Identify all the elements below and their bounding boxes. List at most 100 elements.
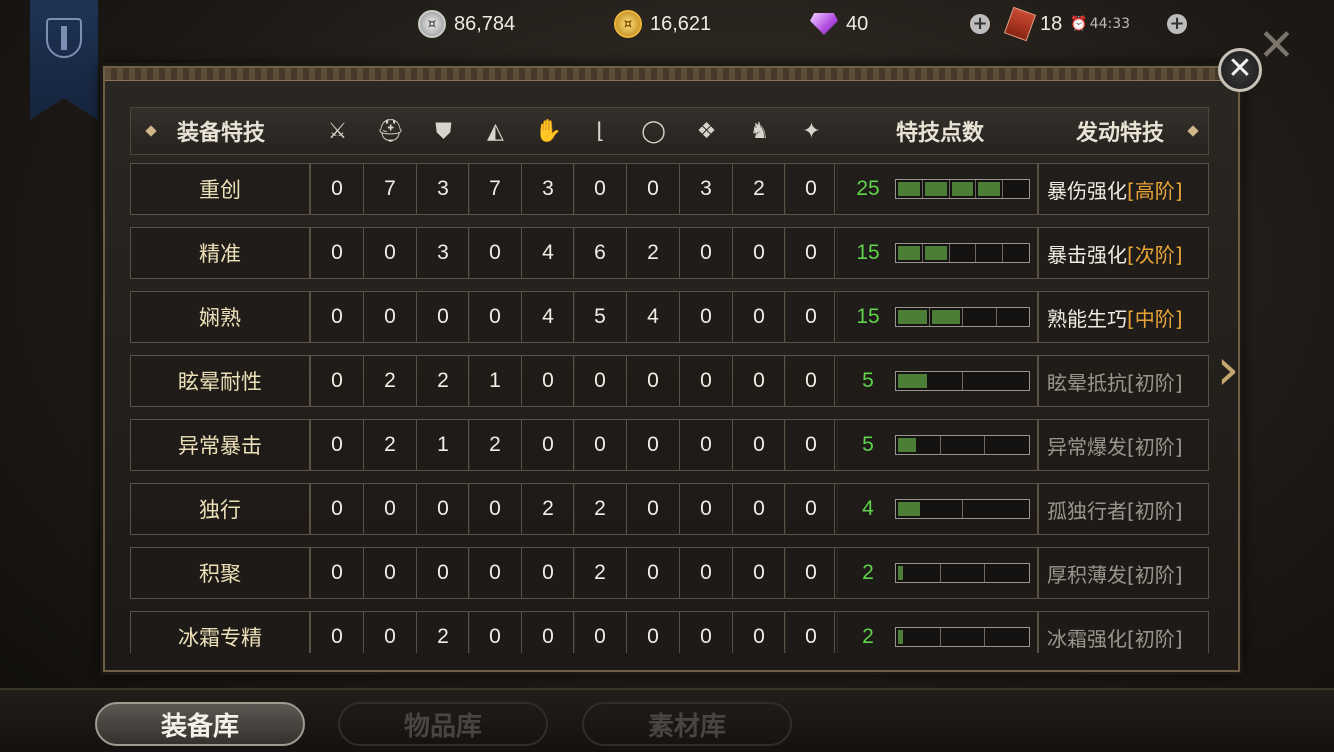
progress-fill <box>898 246 920 260</box>
slot-value: 0 <box>679 291 733 343</box>
active-skill-name: 暴击强化 <box>1047 242 1127 267</box>
tab-item-storage[interactable]: 物品库 <box>338 702 548 746</box>
skill-points-value: 25 <box>856 177 880 200</box>
slot-value: 0 <box>573 419 627 471</box>
add-stamina-button[interactable]: + <box>1167 14 1187 34</box>
progress-segment <box>930 308 963 326</box>
slot-value: 0 <box>468 547 522 599</box>
skill-name: 眩晕耐性 <box>130 355 310 407</box>
slot-value: 0 <box>784 547 838 599</box>
background-close-icon: ✕ <box>1258 20 1295 71</box>
slot-value: 0 <box>416 291 470 343</box>
header-skill-name: 装备特技 <box>176 120 265 146</box>
next-page-chevron-icon[interactable]: › <box>1208 340 1248 404</box>
progress-segment <box>941 436 986 454</box>
slot-value: 0 <box>573 611 627 653</box>
slot-value: 2 <box>626 227 680 279</box>
slot-value: 0 <box>784 291 838 343</box>
gauntlet-icon: ✋ <box>534 118 563 144</box>
active-skill-cell[interactable]: 异常爆发 [初阶] <box>1038 419 1209 471</box>
table-row[interactable]: 精准 0 0 3 0 4 6 2 0 0 0 15 暴击强化 [次阶] <box>130 227 1209 279</box>
slot-value: 0 <box>310 547 364 599</box>
progress-segment <box>1003 244 1029 262</box>
progress-fill <box>924 246 947 260</box>
progress-fill <box>898 502 921 516</box>
boots-icon: ⌊ <box>596 118 605 144</box>
slot-value: 3 <box>521 163 575 215</box>
active-skill-tier: [次阶] <box>1127 242 1183 267</box>
table-row[interactable]: 异常暴击 0 2 1 2 0 0 0 0 0 0 5 异常爆发 [初阶] <box>130 419 1209 471</box>
skill-name: 独行 <box>130 483 310 535</box>
slot-value: 0 <box>521 611 575 653</box>
bottom-tab-bar: 装备库 物品库 素材库 <box>0 688 1334 752</box>
slot-value: 0 <box>363 227 417 279</box>
slot-value: 0 <box>679 547 733 599</box>
accessory-icon: ✦ <box>802 118 821 144</box>
slot-value: 0 <box>732 291 786 343</box>
progress-fill <box>978 182 1001 196</box>
add-gems-button[interactable]: + <box>970 14 990 34</box>
slot-value: 1 <box>416 419 470 471</box>
progress-fill <box>951 182 974 196</box>
slot-value: 6 <box>573 227 627 279</box>
active-skill-cell[interactable]: 冰霜强化 [初阶] <box>1038 611 1209 653</box>
progress-segment <box>896 628 941 646</box>
close-button[interactable]: ✕ <box>1218 48 1262 92</box>
panel-ornament-border <box>105 68 1238 81</box>
progress-segment <box>963 500 1029 518</box>
active-skill-cell[interactable]: 厚积薄发 [初阶] <box>1038 547 1209 599</box>
active-skill-cell[interactable]: 孤独行者 [初阶] <box>1038 483 1209 535</box>
table-row[interactable]: 重创 0 7 3 7 3 0 0 3 2 0 25 暴伤强化 [高阶] <box>130 163 1209 215</box>
table-row[interactable]: 冰霜专精 0 0 2 0 0 0 0 0 0 0 2 冰霜强化 [初阶] <box>130 611 1209 653</box>
skill-table-body[interactable]: 重创 0 7 3 7 3 0 0 3 2 0 25 暴伤强化 [高阶] 精准 0 0 3 0 4 6 2 0 0 0 15 暴击强化… <box>130 163 1209 653</box>
active-skill-name: 冰霜强化 <box>1047 626 1127 651</box>
tab-material-storage[interactable]: 素材库 <box>582 702 792 746</box>
table-row[interactable]: 积聚 0 0 0 0 0 2 0 0 0 0 2 厚积薄发 [初阶] <box>130 547 1209 599</box>
slot-value: 0 <box>732 227 786 279</box>
active-skill-cell[interactable]: 熟能生巧 [中阶] <box>1038 291 1209 343</box>
slot-value: 0 <box>626 483 680 535</box>
horse-icon: ♞ <box>749 118 770 144</box>
skill-points-value: 5 <box>862 433 874 456</box>
skill-points-cell: 2 <box>834 547 1038 599</box>
skill-points-cell: 5 <box>834 355 1038 407</box>
table-row[interactable]: 独行 0 0 0 0 2 2 0 0 0 0 4 孤独行者 [初阶] <box>130 483 1209 535</box>
active-skill-name: 眩晕抵抗 <box>1047 370 1127 395</box>
table-row[interactable]: 眩晕耐性 0 2 2 1 0 0 0 0 0 0 5 眩晕抵抗 [初阶] <box>130 355 1209 407</box>
active-skill-name: 厚积薄发 <box>1047 562 1127 587</box>
active-skill-name: 孤独行者 <box>1047 498 1127 523</box>
progress-fill <box>898 310 927 324</box>
skill-name: 娴熟 <box>130 291 310 343</box>
diamond-gem-icon <box>810 13 838 35</box>
progress-segment <box>950 180 977 198</box>
slot-value: 2 <box>732 163 786 215</box>
active-skill-cell[interactable]: 暴伤强化 [高阶] <box>1038 163 1209 215</box>
active-skill-tier: [初阶] <box>1127 434 1183 459</box>
slot-value: 0 <box>784 355 838 407</box>
skill-points-cell: 25 <box>834 163 1038 215</box>
skill-progress-bar <box>895 627 1030 647</box>
slot-value: 0 <box>573 163 627 215</box>
slot-value: 3 <box>679 163 733 215</box>
slot-value: 2 <box>521 483 575 535</box>
active-skill-cell[interactable]: 暴击强化 [次阶] <box>1038 227 1209 279</box>
slot-value: 0 <box>468 483 522 535</box>
slot-value: 0 <box>784 611 838 653</box>
active-skill-tier: [初阶] <box>1127 498 1183 523</box>
slot-value: 0 <box>784 419 838 471</box>
slot-value: 0 <box>784 483 838 535</box>
slot-value: 1 <box>468 355 522 407</box>
slot-value: 0 <box>521 547 575 599</box>
skill-progress-bar <box>895 371 1030 391</box>
tab-equipment-storage[interactable]: 装备库 <box>95 702 305 746</box>
alarm-clock-icon: ⏰ <box>1070 16 1088 32</box>
gold-amount: 16,621 <box>650 12 712 35</box>
skill-points-cell: 15 <box>834 291 1038 343</box>
table-row[interactable]: 娴熟 0 0 0 0 4 5 4 0 0 0 15 熟能生巧 [中阶] <box>130 291 1209 343</box>
progress-segment <box>941 564 986 582</box>
progress-segment <box>923 244 950 262</box>
slot-value: 0 <box>521 355 575 407</box>
shoulder-icon: ◭ <box>487 118 504 144</box>
skill-points-value: 15 <box>856 241 880 264</box>
active-skill-cell[interactable]: 眩晕抵抗 [初阶] <box>1038 355 1209 407</box>
